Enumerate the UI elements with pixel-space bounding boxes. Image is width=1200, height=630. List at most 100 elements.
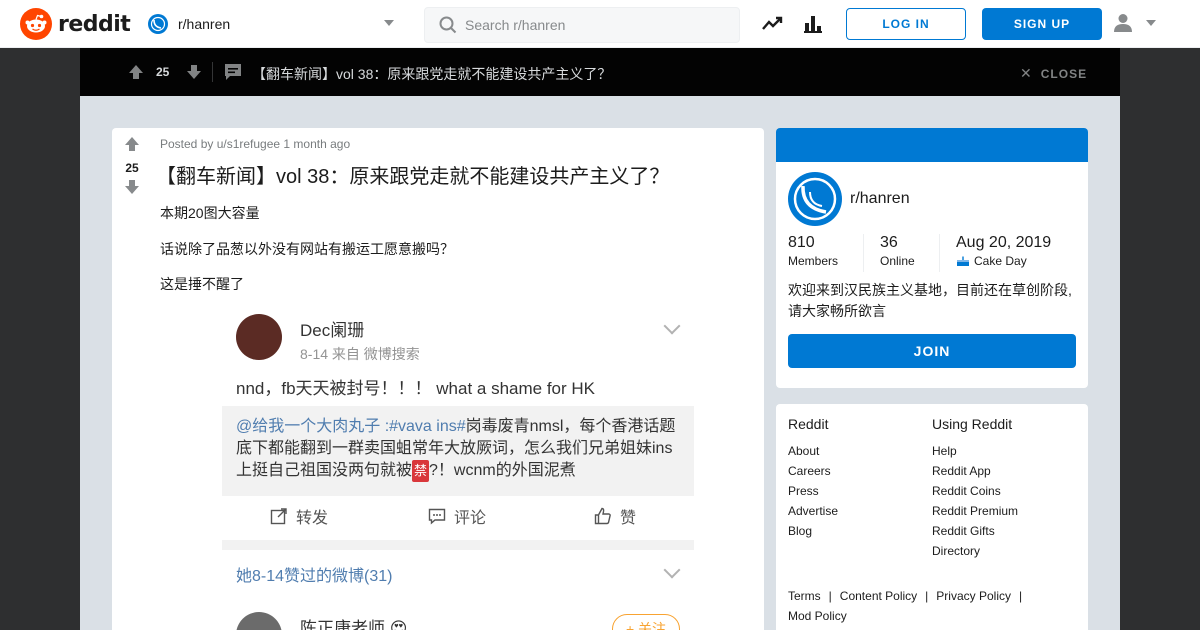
trending-icon[interactable] — [762, 14, 783, 34]
post-body-line: 话说除了品葱以外没有网站有搬运工愿意搬吗？ — [160, 241, 454, 257]
links-column-reddit: Reddit About Careers Press Advertise Blo… — [788, 416, 838, 541]
link-reddit-coins[interactable]: Reddit Coins — [932, 481, 1018, 501]
close-button[interactable]: ✕ CLOSE — [1020, 65, 1087, 82]
chevron-down-icon — [384, 20, 394, 26]
post-body-line: 本期20图大容量 — [160, 205, 260, 221]
top-header: reddit r/hanren LOG IN SIGN UP — [0, 0, 1200, 48]
weibo-repost-text-end: ?！wcnm的外国泥煮 — [429, 462, 576, 479]
chevron-down-icon — [1146, 20, 1156, 26]
link-reddit-gifts[interactable]: Reddit Gifts — [932, 521, 1018, 541]
post-bar-score: 25 — [156, 65, 170, 79]
join-button[interactable]: JOIN — [788, 334, 1076, 368]
link-careers[interactable]: Careers — [788, 461, 838, 481]
link-privacy-policy[interactable]: Privacy Policy — [936, 589, 1011, 603]
divider — [939, 234, 940, 272]
subreddit-dropdown[interactable]: r/hanren — [148, 10, 398, 38]
weibo-actions: 转发 评论 赞 — [222, 504, 694, 532]
link-terms[interactable]: Terms — [788, 589, 821, 603]
weibo-follow-button: + 关注 — [612, 614, 680, 630]
weibo-repost-label: 转发 — [296, 510, 329, 527]
policy-links: Terms | Content Policy | Privacy Policy | Mod … — [788, 586, 1078, 626]
avatar — [236, 612, 282, 630]
post-overlay-bar: 25 【翻车新闻】vol 38：原来跟党走就不能建设共产主义了？ ✕ CLOSE — [80, 48, 1120, 96]
community-name[interactable]: r/hanren — [850, 190, 910, 208]
subreddit-icon — [148, 14, 168, 34]
link-mod-policy[interactable]: Mod Policy — [788, 609, 847, 623]
online-stat: 36 Online — [880, 234, 915, 274]
community-stats: 810 Members 36 Online Aug 20, 2019 Cake … — [788, 234, 1078, 274]
link-reddit-premium[interactable]: Reddit Premium — [932, 501, 1018, 521]
link-content-policy[interactable]: Content Policy — [840, 589, 917, 603]
post-meta: Posted by u/s1refugee 1 month ago — [160, 137, 351, 151]
community-icon[interactable] — [788, 172, 842, 226]
separator: | — [925, 589, 929, 603]
post-body-line: 这是捶不醒了 — [160, 276, 244, 292]
online-label: Online — [880, 254, 915, 268]
weibo-like-action: 赞 — [594, 504, 636, 528]
user-icon — [1114, 14, 1132, 32]
divider — [222, 540, 694, 550]
members-label: Members — [788, 254, 839, 268]
user-menu-dropdown[interactable] — [1112, 12, 1160, 36]
links-column-title: Reddit — [788, 416, 829, 432]
weibo-repost-action: 转发 — [270, 504, 328, 528]
login-button[interactable]: LOG IN — [846, 8, 966, 40]
cake-icon — [957, 256, 969, 266]
links-column-using-reddit: Using Reddit Help Reddit App Reddit Coin… — [932, 416, 1018, 561]
weibo-like-label: 赞 — [620, 510, 637, 527]
post-card: 25 Posted by u/s1refugee 1 month ago 【翻车… — [112, 128, 764, 630]
chevron-down-icon — [663, 561, 681, 579]
share-icon — [270, 508, 287, 525]
cake-day-value: Aug 20, 2019 — [956, 234, 1052, 251]
stats-icon[interactable] — [804, 14, 824, 34]
members-stat: 810 Members — [788, 234, 838, 274]
divider — [863, 234, 864, 272]
downvote-icon[interactable] — [112, 179, 152, 200]
post-image[interactable]: Dec阑珊 8-14 来自 微博搜索 nnd，fb天天被封号！！！ what a… — [222, 302, 694, 630]
members-value: 810 — [788, 234, 815, 251]
avatar — [236, 314, 282, 360]
footer-links-card: Reddit About Careers Press Advertise Blo… — [776, 404, 1088, 630]
link-blog[interactable]: Blog — [788, 521, 838, 541]
search-icon — [439, 16, 457, 34]
close-icon: ✕ — [1020, 65, 1033, 81]
comment-icon — [428, 508, 446, 525]
link-directory[interactable]: Directory — [932, 541, 1018, 561]
reddit-snoo-icon — [20, 8, 52, 40]
close-label: CLOSE — [1040, 66, 1088, 81]
links-column-title: Using Reddit — [932, 416, 1013, 432]
ban-badge: 禁 — [412, 460, 430, 482]
search-input[interactable] — [465, 17, 725, 33]
online-value: 36 — [880, 234, 898, 251]
weibo-username: Dec阑珊 — [300, 321, 365, 340]
community-card: r/hanren 810 Members 36 Online Aug 20, 2… — [776, 128, 1088, 388]
cake-day-stat: Aug 20, 2019 Cake Day — [956, 234, 1051, 274]
separator: | — [1018, 589, 1023, 603]
link-press[interactable]: Press — [788, 481, 838, 501]
post-title: 【翻车新闻】vol 38：原来跟党走就不能建设共产主义了？ — [156, 166, 670, 188]
weibo-date: 8-14 来自 微博搜索 — [300, 346, 420, 362]
signup-button[interactable]: SIGN UP — [982, 8, 1102, 40]
community-description: 欢迎来到汉民族主义基地，目前还在草创阶段,请大家畅所欲言 — [788, 282, 1072, 319]
link-help[interactable]: Help — [932, 441, 1018, 461]
vote-column: 25 — [112, 136, 152, 200]
cake-day-label: Cake Day — [974, 254, 1027, 268]
divider — [212, 62, 213, 82]
weibo-liked-link: 她8-14赞过的微博(31) — [236, 568, 393, 585]
upvote-icon[interactable] — [128, 64, 144, 85]
weibo-text: nnd，fb天天被封号！！！ what a shame for HK — [236, 379, 596, 398]
upvote-icon[interactable] — [112, 136, 152, 157]
link-reddit-app[interactable]: Reddit App — [932, 461, 1018, 481]
link-about[interactable]: About — [788, 441, 838, 461]
search-box[interactable] — [424, 7, 740, 43]
downvote-icon[interactable] — [186, 64, 202, 85]
reddit-logo[interactable]: reddit — [20, 8, 131, 40]
weibo-repost: @给我一个大肉丸子 :#vava ins#岗毒废青nmsl，每个香港话题底下都能… — [222, 406, 694, 496]
link-advertise[interactable]: Advertise — [788, 501, 838, 521]
weibo-username-2: 陈正康老师 😍 — [300, 619, 408, 630]
weibo-comment-label: 评论 — [454, 510, 487, 527]
post-bar-title: 【翻车新闻】vol 38：原来跟党走就不能建设共产主义了？ — [252, 66, 612, 82]
subreddit-dropdown-label: r/hanren — [178, 16, 231, 32]
reddit-wordmark: reddit — [58, 11, 131, 37]
separator: | — [828, 589, 832, 603]
